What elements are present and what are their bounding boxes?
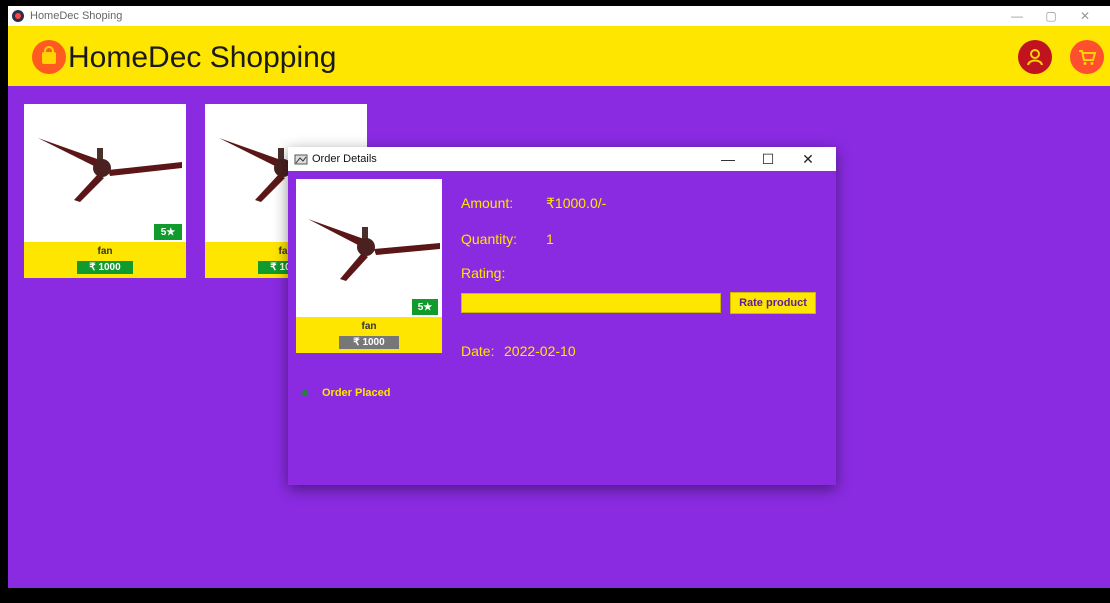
product-card[interactable]: 5★ fan ₹ 1000 (24, 104, 186, 278)
amount-label: Amount: (461, 195, 514, 211)
product-image (296, 179, 442, 317)
ceiling-fan-icon (308, 219, 440, 281)
restore-button[interactable]: ▢ (1034, 9, 1068, 23)
rating-label: Rating: (461, 265, 506, 281)
dialog-minimize-button[interactable]: — (708, 151, 748, 167)
product-name: fan (97, 246, 113, 257)
status-indicator-icon (302, 390, 308, 396)
ceiling-fan-icon (38, 138, 182, 202)
close-button[interactable]: ✕ (1068, 9, 1102, 23)
rating-badge: 5★ (412, 299, 438, 315)
window-titlebar: HomeDec Shoping — ▢ ✕ (8, 6, 1110, 26)
shopping-bag-logo-icon (32, 40, 66, 74)
app-header: HomeDec Shopping (8, 26, 1110, 86)
dialog-app-icon (294, 154, 308, 165)
minimize-button[interactable]: — (1000, 9, 1034, 23)
product-price: ₹ 1000 (339, 336, 399, 349)
window-title: HomeDec Shoping (30, 10, 123, 22)
product-footer: fan ₹ 1000 (24, 242, 186, 278)
dialog-title: Order Details (312, 153, 377, 165)
cart-icon (1079, 50, 1097, 65)
product-footer: fan ₹ 1000 (296, 317, 442, 353)
user-profile-button[interactable] (1018, 40, 1052, 74)
product-image (24, 104, 186, 242)
product-name: fan (361, 321, 377, 332)
dialog-close-button[interactable]: ✕ (788, 151, 828, 168)
screen: HomeDec Shoping — ▢ ✕ HomeDec Shopping 5… (0, 0, 1110, 603)
order-details-dialog: Order Details — ☐ ✕ 5★ fan ₹ 1000 Amount… (288, 147, 836, 485)
app-icon (12, 10, 24, 22)
dialog-titlebar: Order Details — ☐ ✕ (288, 147, 836, 171)
date-label: Date: (461, 343, 495, 359)
date-value: 2022-02-10 (504, 343, 576, 359)
dialog-maximize-button[interactable]: ☐ (748, 151, 788, 168)
quantity-value: 1 (546, 231, 554, 247)
product-price: ₹ 1000 (77, 261, 133, 274)
order-status: Order Placed (322, 387, 391, 399)
window-controls: — ▢ ✕ (1000, 6, 1102, 26)
quantity-label: Quantity: (461, 231, 518, 247)
order-product-card: 5★ fan ₹ 1000 (296, 179, 442, 353)
rate-product-button[interactable]: Rate product (730, 292, 816, 314)
user-icon (1027, 49, 1043, 66)
cart-button[interactable] (1070, 40, 1104, 74)
rating-input[interactable] (461, 293, 721, 313)
rating-badge: 5★ (154, 224, 182, 240)
brand-title: HomeDec Shopping (68, 41, 337, 74)
amount-value: ₹1000.0/- (546, 195, 607, 211)
app-window: HomeDec Shoping — ▢ ✕ HomeDec Shopping 5… (8, 6, 1110, 588)
dialog-controls: — ☐ ✕ (708, 147, 828, 171)
